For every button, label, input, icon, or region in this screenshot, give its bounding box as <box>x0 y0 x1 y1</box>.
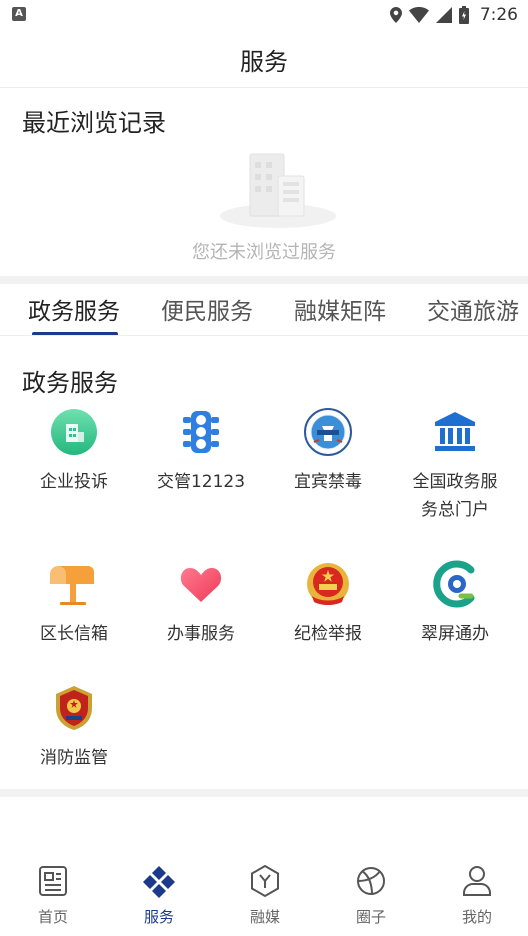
enterprise-complaint-icon <box>51 409 97 455</box>
news-icon <box>39 866 67 896</box>
active-tab-indicator <box>32 332 118 335</box>
nav-media[interactable]: 融媒 <box>212 864 318 927</box>
service-label: 消防监管 <box>40 748 108 768</box>
empty-buildings-illustration <box>220 153 336 228</box>
signal-icon <box>435 7 452 23</box>
nav-label: 融媒 <box>249 908 280 926</box>
content-end-divider <box>0 789 528 797</box>
status-bar: A 7:26 <box>0 0 528 30</box>
nav-label: 圈子 <box>355 908 386 926</box>
service-label: 区长信箱 <box>40 624 108 644</box>
location-icon <box>389 7 402 23</box>
section-divider <box>0 276 528 284</box>
tab-government-services[interactable]: 政务服务 <box>28 292 120 326</box>
service-label: 宜宾禁毒 <box>294 472 362 492</box>
wifi-icon <box>408 7 429 23</box>
fire-rescue-emblem-icon <box>56 686 92 730</box>
service-cuiping-tongban[interactable]: 翠屏通办 <box>389 560 521 648</box>
government-building-icon <box>435 412 475 451</box>
user-icon <box>463 866 491 896</box>
services-diamond-icon <box>143 866 175 898</box>
nav-label: 我的 <box>461 908 492 926</box>
service-district-mailbox[interactable]: 区长信箱 <box>8 560 140 648</box>
service-label: 翠屏通办 <box>421 624 489 644</box>
national-emblem-icon <box>307 563 349 605</box>
tab-convenience-services[interactable]: 便民服务 <box>161 292 253 326</box>
recent-section-title: 最近浏览记录 <box>22 109 166 137</box>
notification-icon: A <box>12 7 26 21</box>
category-tabs: 政务服务 便民服务 融媒矩阵 交通旅游 <box>0 284 528 336</box>
nav-label: 服务 <box>143 908 174 926</box>
nav-services[interactable]: 服务 <box>106 864 212 927</box>
bottom-navigation: 首页 服务 融媒 圈子 我的 <box>0 858 528 936</box>
service-label: 企业投诉 <box>40 472 108 492</box>
service-traffic-12123[interactable]: 交管12123 <box>135 408 267 496</box>
service-label: 全国政务服 务总门户 <box>412 472 498 520</box>
service-label: 纪检举报 <box>294 624 362 644</box>
service-national-gov-portal[interactable]: 全国政务服 务总门户 <box>389 408 521 524</box>
service-discipline-report[interactable]: 纪检举报 <box>262 560 394 648</box>
circle-orbit-icon <box>357 867 385 896</box>
cuiping-logo-icon <box>433 560 475 608</box>
service-enterprise-complaint[interactable]: 企业投诉 <box>8 408 140 496</box>
nav-mine[interactable]: 我的 <box>424 864 528 927</box>
anti-drug-emblem-icon <box>304 408 352 456</box>
service-label: 交管12123 <box>156 472 246 492</box>
service-label: 办事服务 <box>167 624 235 644</box>
page-title: 服务 <box>240 48 288 76</box>
app-header: 服务 <box>0 30 528 88</box>
nav-label: 首页 <box>37 908 68 926</box>
heart-icon <box>180 568 222 602</box>
recent-empty-text: 您还未浏览过服务 <box>192 242 336 263</box>
service-affairs-handling[interactable]: 办事服务 <box>135 560 267 648</box>
service-fire-supervision[interactable]: 消防监管 <box>8 684 140 772</box>
service-yibin-anti-drug[interactable]: 宜宾禁毒 <box>262 408 394 496</box>
traffic-light-icon <box>183 411 219 453</box>
nav-circle[interactable]: 圈子 <box>318 864 424 927</box>
battery-icon <box>458 6 469 24</box>
tab-media-matrix[interactable]: 融媒矩阵 <box>294 292 386 326</box>
mailbox-icon <box>50 566 94 605</box>
nav-home[interactable]: 首页 <box>0 864 106 927</box>
tab-transport-travel[interactable]: 交通旅游 <box>427 292 519 326</box>
media-hexagon-icon <box>251 864 279 898</box>
status-time: 7:26 <box>479 5 518 25</box>
section-title: 政务服务 <box>22 369 118 397</box>
